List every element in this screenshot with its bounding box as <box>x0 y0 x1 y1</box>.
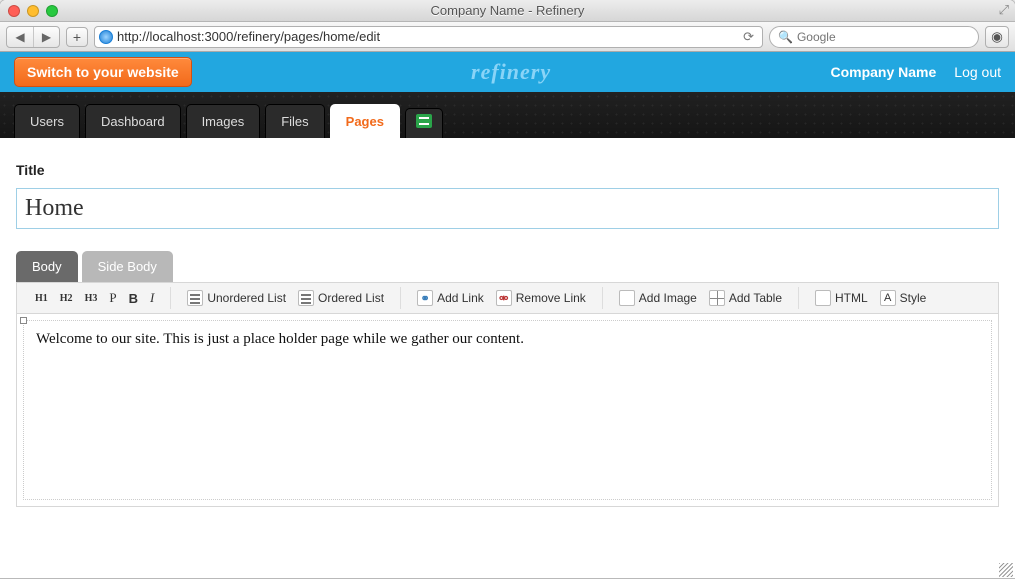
wysiwyg-editor: H1 H2 H3 P B I Unordered List Ordered Li… <box>16 282 999 507</box>
reorder-icon <box>416 114 432 128</box>
switch-to-website-button[interactable]: Switch to your website <box>14 57 192 87</box>
italic-icon: I <box>150 290 154 306</box>
window-expand-icon[interactable]: ⤢ <box>999 2 1009 18</box>
remove-link-button[interactable]: ⚮ Remove Link <box>494 287 588 309</box>
app-topbar: Switch to your website refinery Company … <box>0 52 1015 92</box>
ordered-list-label: Ordered List <box>318 291 384 305</box>
window-title: Company Name - Refinery <box>0 3 1015 18</box>
paragraph-button[interactable]: P <box>107 287 118 309</box>
browser-toolbar: ◀ ▶ + ⟳ 🔍 ◉ <box>0 22 1015 52</box>
ordered-list-icon <box>298 290 314 306</box>
style-label: Style <box>900 291 927 305</box>
editor-tab-side-body[interactable]: Side Body <box>82 251 173 282</box>
page-content: Title Body Side Body H1 H2 H3 P B I Unor… <box>0 138 1015 578</box>
bold-icon: B <box>129 291 138 306</box>
html-button[interactable]: HTML <box>813 287 870 309</box>
url-input[interactable] <box>117 29 739 44</box>
forward-button[interactable]: ▶ <box>33 27 59 47</box>
html-label: HTML <box>835 291 868 305</box>
search-icon: 🔍 <box>778 30 793 44</box>
ordered-list-button[interactable]: Ordered List <box>296 287 386 309</box>
h2-button[interactable]: H2 <box>58 290 75 307</box>
reload-icon[interactable]: ⟳ <box>743 29 758 45</box>
window-titlebar: Company Name - Refinery ⤢ <box>0 0 1015 22</box>
add-table-button[interactable]: Add Table <box>707 287 784 309</box>
h3-button[interactable]: H3 <box>83 290 100 307</box>
add-tab-button[interactable]: + <box>66 27 88 47</box>
nav-tab-reorder[interactable] <box>405 108 443 138</box>
window-resize-grip[interactable] <box>999 563 1013 577</box>
image-icon <box>619 290 635 306</box>
nav-tab-dashboard[interactable]: Dashboard <box>85 104 181 138</box>
table-icon <box>709 290 725 306</box>
add-link-label: Add Link <box>437 291 484 305</box>
paragraph-icon: P <box>109 290 116 306</box>
globe-icon <box>99 30 113 44</box>
link-icon: ⚭ <box>417 290 433 306</box>
nav-tab-images[interactable]: Images <box>186 104 261 138</box>
h1-button[interactable]: H1 <box>33 290 50 307</box>
window-close-button[interactable] <box>8 5 20 17</box>
unordered-list-icon <box>187 290 203 306</box>
nav-tab-users[interactable]: Users <box>14 104 80 138</box>
url-bar[interactable]: ⟳ <box>94 26 763 48</box>
h3-icon: H3 <box>85 293 98 304</box>
unlink-icon: ⚮ <box>496 290 512 306</box>
search-input[interactable] <box>797 30 970 44</box>
title-label: Title <box>16 162 999 178</box>
style-icon: A <box>880 290 896 306</box>
style-button[interactable]: A Style <box>878 287 929 309</box>
add-image-label: Add Image <box>639 291 697 305</box>
nav-tab-pages[interactable]: Pages <box>330 104 400 138</box>
nav-buttons: ◀ ▶ <box>6 26 60 48</box>
wysiwyg-toolbar: H1 H2 H3 P B I Unordered List Ordered Li… <box>17 283 998 314</box>
editor-tab-body[interactable]: Body <box>16 251 78 282</box>
logout-link[interactable]: Log out <box>954 64 1001 80</box>
unordered-list-label: Unordered List <box>207 291 286 305</box>
browser-menu-button[interactable]: ◉ <box>985 26 1009 48</box>
editor-text: Welcome to our site. This is just a plac… <box>36 331 524 347</box>
search-bar[interactable]: 🔍 <box>769 26 979 48</box>
brand-logo: refinery <box>192 59 831 85</box>
unordered-list-button[interactable]: Unordered List <box>185 287 288 309</box>
window-minimize-button[interactable] <box>27 5 39 17</box>
h1-icon: H1 <box>35 293 48 304</box>
bold-button[interactable]: B <box>127 288 140 309</box>
editor-content-area[interactable]: Welcome to our site. This is just a plac… <box>23 320 992 500</box>
remove-link-label: Remove Link <box>516 291 586 305</box>
selection-handle[interactable] <box>20 317 27 324</box>
add-link-button[interactable]: ⚭ Add Link <box>415 287 486 309</box>
italic-button[interactable]: I <box>148 287 156 309</box>
html-icon <box>815 290 831 306</box>
add-image-button[interactable]: Add Image <box>617 287 699 309</box>
add-table-label: Add Table <box>729 291 782 305</box>
h2-icon: H2 <box>60 293 73 304</box>
window-zoom-button[interactable] <box>46 5 58 17</box>
main-nav: Users Dashboard Images Files Pages <box>0 92 1015 138</box>
title-input[interactable] <box>16 188 999 229</box>
nav-tab-files[interactable]: Files <box>265 104 324 138</box>
company-name-link[interactable]: Company Name <box>830 64 936 80</box>
back-button[interactable]: ◀ <box>7 27 33 47</box>
